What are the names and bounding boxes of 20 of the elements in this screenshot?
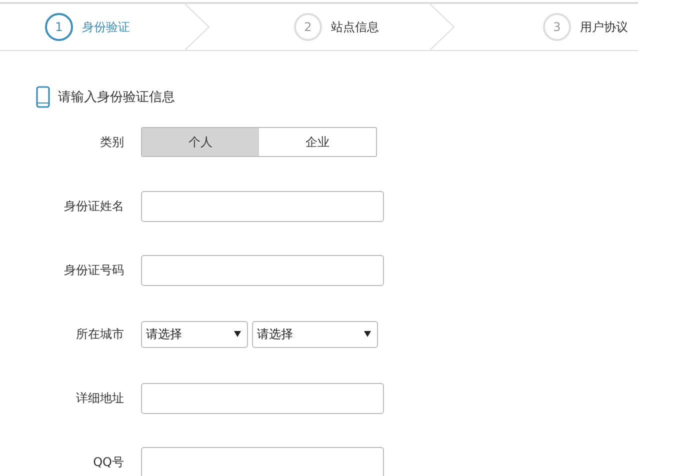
field-label: 详细地址 <box>75 390 125 406</box>
field-label: 类别 <box>99 134 125 150</box>
field-label: 身份证号码 <box>63 262 125 278</box>
field-label: 身份证姓名 <box>63 198 125 214</box>
section-title: 请输入身份验证信息 <box>58 89 175 106</box>
caret-icon <box>234 331 241 337</box>
input-field[interactable] <box>141 446 384 476</box>
toggle-option[interactable]: 个人 <box>142 128 259 156</box>
caret-icon <box>364 331 371 337</box>
phone-icon <box>36 86 50 108</box>
dropdown[interactable]: 请选择 <box>141 320 248 348</box>
step[interactable]: 2 站点信息 <box>210 4 430 50</box>
input-field[interactable] <box>141 382 384 414</box>
step[interactable]: 1 身份验证 <box>0 4 185 50</box>
input-field[interactable] <box>141 190 384 222</box>
field-label: 所在城市 <box>75 326 125 342</box>
step[interactable]: 3 用户协议 <box>455 4 638 50</box>
field-label: QQ号 <box>92 454 125 470</box>
input-field[interactable] <box>141 254 384 286</box>
dropdown[interactable]: 请选择 <box>252 320 378 348</box>
